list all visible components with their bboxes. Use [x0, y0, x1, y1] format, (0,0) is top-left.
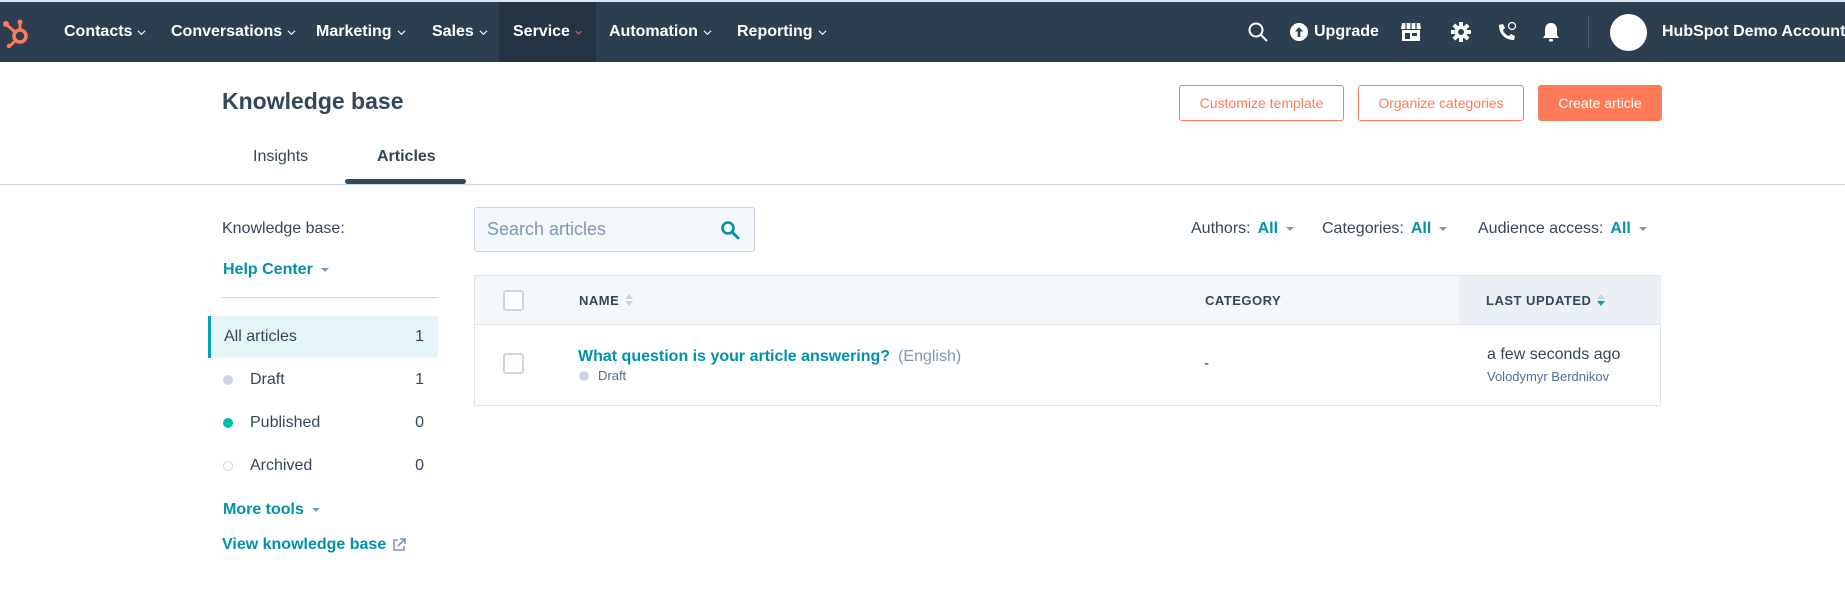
chevron-down-icon [137, 29, 146, 35]
article-title-cell: What question is your article answering?… [578, 348, 961, 366]
upgrade-button[interactable]: Upgrade [1290, 2, 1379, 62]
article-status: Draft [579, 368, 626, 383]
avatar[interactable] [1610, 14, 1647, 51]
categories-filter[interactable]: Categories: All [1322, 220, 1448, 238]
search-articles-input[interactable] [487, 208, 707, 251]
published-status-dot [223, 418, 233, 428]
settings-gear-icon[interactable] [1450, 21, 1472, 43]
create-article-button[interactable]: Create article [1538, 85, 1662, 121]
search-box [474, 207, 755, 252]
article-last-updated: a few seconds ago [1487, 346, 1621, 363]
audience-access-filter[interactable]: Audience access: All [1478, 220, 1647, 238]
tab-divider [0, 184, 1845, 185]
article-title-link[interactable]: What question is your article answering? [578, 348, 890, 366]
chevron-down-icon [575, 30, 582, 35]
chevron-down-icon [818, 29, 827, 35]
page-title: Knowledge base [222, 88, 404, 114]
nav-divider [1588, 16, 1589, 48]
top-navbar: Contacts Conversations Marketing Sales S… [0, 2, 1845, 62]
articles-table: NAME CATEGORY LAST UPDATED What question… [474, 275, 1661, 406]
article-language: (English) [898, 348, 962, 365]
caret-down-icon [320, 268, 329, 272]
sort-descending-icon [1597, 294, 1606, 306]
calling-icon[interactable] [1496, 21, 1518, 43]
chevron-down-icon [703, 29, 712, 35]
article-author: Volodymyr Berdnikov [1487, 369, 1610, 384]
customize-template-button[interactable]: Customize template [1179, 85, 1344, 121]
organize-categories-button[interactable]: Organize categories [1358, 85, 1524, 121]
sidebar-item-published[interactable]: Published 0 [208, 402, 438, 444]
caret-down-icon [311, 508, 320, 512]
account-menu[interactable]: HubSpot Demo Account [1662, 2, 1845, 62]
knowledge-base-label: Knowledge base: [222, 220, 345, 237]
nav-reporting[interactable]: Reporting [737, 2, 827, 62]
sidebar-divider [222, 297, 438, 298]
chevron-down-icon [479, 29, 488, 35]
view-knowledge-base-link[interactable]: View knowledge base [222, 536, 407, 554]
row-checkbox[interactable] [503, 353, 524, 374]
knowledge-base-dropdown[interactable]: Help Center [223, 261, 329, 279]
tab-articles[interactable]: Articles [377, 148, 436, 166]
authors-filter[interactable]: Authors: All [1191, 220, 1295, 238]
search-icon[interactable] [1247, 21, 1269, 43]
search-icon[interactable] [720, 220, 740, 240]
nav-marketing[interactable]: Marketing [316, 2, 406, 62]
table-header: NAME CATEGORY LAST UPDATED [475, 276, 1661, 325]
sidebar-item-draft[interactable]: Draft 1 [208, 359, 438, 401]
tab-insights[interactable]: Insights [253, 148, 308, 166]
caret-down-icon [1286, 227, 1295, 231]
nav-service[interactable]: Service [499, 2, 596, 62]
draft-status-dot [223, 375, 233, 385]
chevron-down-icon [287, 29, 296, 35]
archived-status-dot [223, 461, 233, 471]
nav-sales[interactable]: Sales [432, 2, 488, 62]
column-header-last-updated[interactable]: LAST UPDATED [1486, 276, 1606, 324]
column-header-category: CATEGORY [1205, 292, 1282, 308]
notifications-bell-icon[interactable] [1540, 21, 1562, 43]
chevron-down-icon [397, 29, 406, 35]
sidebar-item-archived[interactable]: Archived 0 [208, 445, 438, 487]
caret-down-icon [1638, 227, 1647, 231]
sort-icon [625, 294, 634, 306]
nav-conversations[interactable]: Conversations [171, 2, 296, 62]
more-tools-dropdown[interactable]: More tools [223, 501, 320, 519]
column-header-name[interactable]: NAME [579, 276, 634, 324]
external-link-icon [393, 538, 407, 551]
marketplace-icon[interactable] [1400, 21, 1422, 43]
draft-status-dot [579, 370, 589, 381]
article-category: - [1204, 355, 1209, 372]
nav-contacts[interactable]: Contacts [64, 2, 146, 62]
select-all-checkbox[interactable] [503, 290, 524, 311]
caret-down-icon [1439, 227, 1448, 231]
upgrade-arrow-icon [1290, 23, 1308, 41]
sidebar-item-all-articles[interactable]: All articles 1 [208, 316, 438, 358]
hubspot-logo[interactable] [2, 16, 32, 48]
nav-automation[interactable]: Automation [609, 2, 712, 62]
